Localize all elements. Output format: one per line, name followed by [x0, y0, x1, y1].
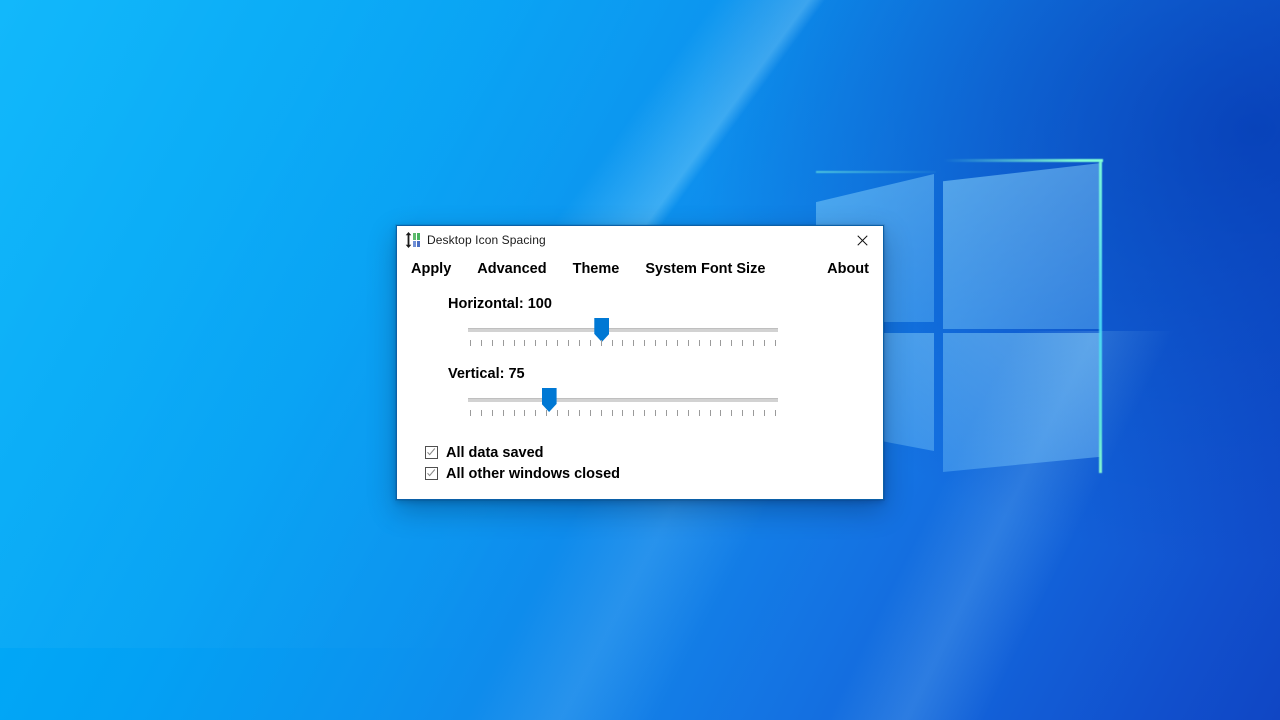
menu-item-theme[interactable]: Theme	[573, 261, 620, 277]
slider-tick	[666, 340, 668, 346]
slider-tick	[709, 340, 711, 346]
slider-tick	[535, 340, 537, 346]
slider-tick	[470, 410, 471, 416]
slider-tick	[513, 340, 515, 346]
slider-tick	[491, 340, 493, 346]
horizontal-slider-group: Horizontal: 100	[397, 295, 883, 350]
slider-tick	[655, 340, 657, 346]
slider-tick	[774, 410, 776, 416]
menu-item-about[interactable]: About	[827, 261, 869, 277]
slider-tick	[480, 340, 482, 346]
slider-tick	[600, 410, 602, 416]
logo-edge-highlight	[1099, 161, 1102, 473]
slider-tick	[644, 340, 646, 346]
desktop-background: Desktop Icon Spacing Apply Advanced Them…	[0, 0, 1280, 720]
slider-tick	[568, 410, 570, 416]
slider-tick	[546, 340, 548, 346]
checkbox-all-data-saved[interactable]	[425, 446, 438, 459]
close-icon[interactable]	[842, 227, 882, 254]
slider-tick	[546, 410, 548, 416]
slider-tick	[687, 410, 689, 416]
vertical-slider-group: Vertical: 75	[397, 365, 883, 420]
window-menubar: Apply Advanced Theme System Font Size Ab…	[397, 254, 883, 284]
slider-tick	[611, 340, 613, 346]
slider-tick	[764, 410, 766, 416]
slider-tick	[535, 410, 537, 416]
slider-tick	[666, 410, 668, 416]
checkbox-label-all-data-saved: All data saved	[446, 444, 544, 461]
slider-tick	[568, 340, 570, 346]
window-titlebar[interactable]: Desktop Icon Spacing	[397, 226, 883, 254]
slider-tick	[687, 340, 689, 346]
window-content: Horizontal: 100 Vertical: 75 All data sa…	[397, 284, 883, 499]
slider-tick	[720, 410, 722, 416]
slider-tick	[676, 340, 678, 346]
checkbox-label-all-other-windows-closed: All other windows closed	[446, 465, 621, 482]
slider-tick	[633, 340, 635, 346]
vertical-slider-label: Vertical: 75	[448, 366, 525, 382]
slider-tick	[731, 340, 733, 346]
icon-color-blocks	[413, 233, 420, 247]
slider-tick	[600, 340, 602, 346]
slider-tick	[764, 340, 766, 346]
slider-tick	[502, 340, 504, 346]
slider-tick	[742, 340, 744, 346]
slider-tick	[480, 410, 482, 416]
menu-item-apply[interactable]: Apply	[411, 261, 451, 277]
resize-vertical-icon	[404, 232, 420, 248]
slider-tick	[774, 340, 776, 346]
slider-tick	[491, 410, 493, 416]
horizontal-slider[interactable]	[468, 318, 778, 350]
vertical-slider-ticks	[470, 410, 776, 418]
logo-pane-bottom-right	[943, 333, 1101, 472]
checkbox-all-other-windows-closed[interactable]	[425, 467, 438, 480]
slider-tick	[589, 410, 591, 416]
slider-tick	[502, 410, 504, 416]
logo-edge-highlight-top	[943, 159, 1103, 162]
slider-tick	[470, 340, 471, 346]
slider-tick	[698, 410, 700, 416]
window-title: Desktop Icon Spacing	[427, 233, 546, 247]
horizontal-slider-label: Horizontal: 100	[448, 296, 552, 312]
slider-tick	[698, 340, 700, 346]
slider-tick	[633, 410, 635, 416]
slider-tick	[622, 340, 624, 346]
slider-tick	[753, 340, 755, 346]
slider-tick	[644, 410, 646, 416]
slider-tick	[655, 410, 657, 416]
horizontal-slider-ticks	[470, 340, 776, 348]
desktop-icon-spacing-window: Desktop Icon Spacing Apply Advanced Them…	[396, 225, 884, 500]
slider-tick	[524, 410, 526, 416]
slider-tick	[578, 410, 580, 416]
slider-tick	[709, 410, 711, 416]
vertical-slider[interactable]	[468, 388, 778, 420]
slider-tick	[578, 340, 580, 346]
logo-edge-highlight-top-left	[816, 171, 936, 173]
slider-tick	[731, 410, 733, 416]
slider-tick	[524, 340, 526, 346]
slider-tick	[611, 410, 613, 416]
slider-tick	[676, 410, 678, 416]
slider-tick	[622, 410, 624, 416]
checkbox-row-all-other-windows-closed[interactable]: All other windows closed	[425, 463, 883, 484]
status-checkbox-list: All data saved All other windows closed	[425, 442, 883, 484]
vertical-slider-track[interactable]	[468, 398, 778, 402]
menu-item-system-font-size[interactable]: System Font Size	[645, 261, 765, 277]
horizontal-slider-thumb[interactable]	[594, 318, 610, 342]
checkbox-row-all-data-saved[interactable]: All data saved	[425, 442, 883, 463]
slider-spacer	[397, 350, 883, 365]
slider-tick	[557, 340, 559, 346]
slider-tick	[589, 340, 591, 346]
slider-tick	[513, 410, 515, 416]
slider-tick	[720, 340, 722, 346]
slider-tick	[557, 410, 559, 416]
horizontal-slider-track[interactable]	[468, 328, 778, 332]
vertical-slider-thumb[interactable]	[541, 388, 557, 412]
slider-tick	[742, 410, 744, 416]
logo-pane-top-right	[943, 163, 1101, 329]
menu-item-advanced[interactable]: Advanced	[477, 261, 546, 277]
slider-tick	[753, 410, 755, 416]
